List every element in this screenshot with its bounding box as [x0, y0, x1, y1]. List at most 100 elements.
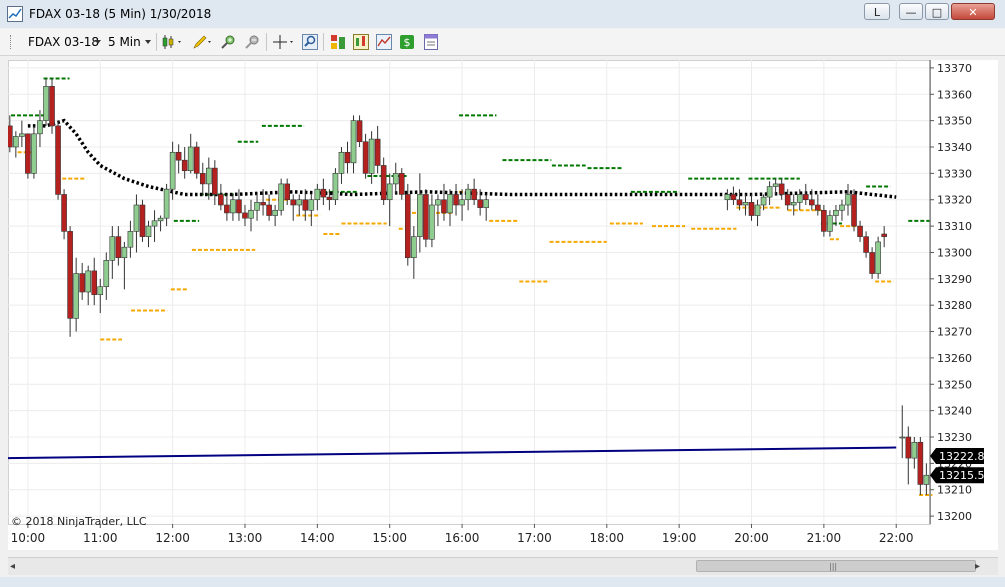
zoom-out-icon[interactable] [244, 34, 260, 50]
candle-body [7, 125, 13, 148]
zoom-in-icon[interactable] [220, 34, 236, 50]
candle-body [368, 138, 375, 174]
candle-body [121, 246, 128, 259]
candle-body [145, 225, 152, 237]
properties-icon[interactable] [423, 34, 439, 50]
interval-chevron-down-icon[interactable] [145, 40, 151, 44]
interval-selector[interactable]: 5 Min [108, 35, 141, 49]
candle-body [386, 183, 393, 201]
candle-body [133, 204, 140, 232]
x-tick-label: 14:00 [300, 531, 335, 545]
maximize-button[interactable]: □ [925, 3, 949, 20]
indicators-icon[interactable] [353, 34, 369, 50]
copyright-label: © 2018 NinjaTrader, LLC [11, 515, 147, 528]
candle-body [67, 231, 73, 319]
y-tick-label: 13270 [937, 326, 972, 339]
data-box-icon[interactable] [330, 34, 346, 50]
candle-body [760, 196, 767, 206]
candle-body [206, 167, 212, 185]
candle-body [242, 212, 248, 219]
horizontal-scrollbar[interactable]: ◂ ||| ▸ [8, 557, 998, 575]
instrument-chevron-down-icon[interactable] [95, 40, 101, 44]
candlestick-bars [7, 78, 930, 495]
chart-panel[interactable]: 1320013210132201323013240132501326013270… [7, 60, 998, 550]
candle-body [79, 273, 85, 293]
chart-grid [8, 60, 931, 525]
candle-body [429, 204, 435, 240]
price-chart[interactable]: 1320013210132201323013240132501326013270… [7, 60, 998, 550]
candle-body [796, 194, 803, 203]
candle-body [404, 194, 411, 259]
candle-body [175, 151, 182, 161]
candle-body [151, 220, 158, 227]
y-tick-label: 13260 [937, 352, 972, 365]
candle-body [254, 202, 260, 211]
candle-body [380, 165, 387, 201]
minimize-button[interactable]: — [899, 3, 923, 20]
candle-body [899, 436, 906, 439]
candle-body [417, 194, 423, 237]
candle-body [881, 233, 887, 237]
blue-trend-line [7, 446, 897, 460]
toolbar-separator [323, 33, 324, 51]
candle-body [857, 225, 863, 237]
y-tick-label: 13210 [937, 484, 972, 497]
candle-body [730, 194, 737, 201]
candle-body [356, 120, 363, 143]
toolbar-grip[interactable] [10, 35, 14, 49]
candle-body [193, 146, 200, 174]
candle-body [724, 194, 731, 201]
candle-body [85, 270, 92, 293]
taskbar-strip [0, 577, 1005, 587]
candle-body [109, 236, 116, 261]
plot-border [8, 60, 931, 525]
candle-body [284, 183, 290, 201]
candle-body [790, 202, 797, 206]
x-tick-label: 21:00 [807, 531, 842, 545]
y-tick-label: 13320 [937, 194, 972, 207]
window-title: FDAX 03-18 (5 Min) 1/30/2018 [29, 7, 212, 21]
pencil-draw-icon[interactable] [192, 34, 214, 50]
candle-body [362, 141, 369, 174]
candle-body [13, 136, 19, 148]
candle-body [754, 204, 761, 216]
candle-body [266, 204, 272, 216]
magnifier-icon[interactable] [302, 34, 318, 50]
candle-body [869, 252, 875, 274]
candle-body [91, 270, 98, 295]
instrument-selector[interactable]: FDAX 03-18 [28, 35, 99, 49]
candle-body [212, 167, 218, 195]
candle-body [248, 209, 254, 219]
candle-body [127, 231, 134, 248]
candle-body [748, 202, 755, 216]
candle-body [374, 138, 381, 166]
candle-body [766, 186, 773, 198]
candle-body [103, 260, 110, 288]
link-button[interactable]: L [864, 3, 890, 20]
x-tick-label: 16:00 [445, 531, 480, 545]
y-tick-label: 13360 [937, 88, 972, 101]
strategies-icon[interactable] [376, 34, 392, 50]
candle-body [833, 209, 839, 216]
candle-body [49, 86, 55, 127]
crosshair-icon[interactable] [272, 34, 296, 50]
candle-body [97, 286, 104, 295]
candle-body [435, 199, 441, 206]
trend-line [7, 446, 897, 460]
chart-trader-icon[interactable]: $ [399, 34, 415, 50]
candle-body [453, 194, 459, 206]
x-tick-label: 11:00 [83, 531, 118, 545]
close-button[interactable]: ✕ [951, 3, 995, 20]
candle-body [815, 204, 821, 211]
scrollbar-thumb[interactable]: ||| [696, 560, 976, 572]
y-tick-label: 13200 [937, 510, 972, 523]
candle-body [187, 146, 194, 172]
y-tick-label: 13370 [937, 62, 972, 75]
candle-body [742, 202, 749, 206]
candlestick-chart-icon[interactable] [162, 34, 184, 50]
candle-body [272, 209, 278, 216]
candle-body [441, 199, 447, 214]
price-marker-label: 13222.8 [939, 450, 985, 463]
scroll-left-arrow-icon[interactable]: ◂ [10, 561, 15, 572]
scroll-right-arrow-icon[interactable]: ▸ [975, 561, 980, 572]
